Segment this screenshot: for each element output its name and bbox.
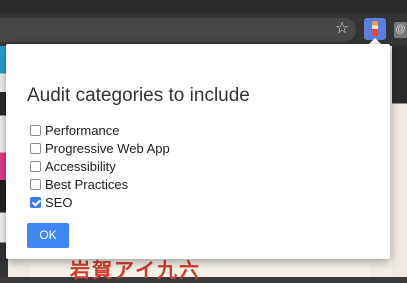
browser-titlebar [0,0,407,14]
lighthouse-extension-button[interactable] [364,18,386,40]
best-practices-checkbox[interactable] [30,178,41,190]
option-progressive-web-app[interactable]: Progressive Web App [30,140,170,156]
option-label: Accessibility [45,158,116,174]
option-label: Progressive Web App [45,140,170,156]
lighthouse-icon [372,21,378,36]
address-bar[interactable] [0,18,356,42]
accessibility-checkbox[interactable] [30,160,41,172]
popup-title: Audit categories to include [27,85,250,106]
page-right-edge [392,46,407,277]
option-label: Best Practices [45,176,129,192]
extension-icon[interactable]: @ [394,22,407,38]
option-label: SEO [45,194,73,210]
performance-checkbox[interactable] [30,124,41,136]
option-performance[interactable]: Performance [30,122,119,138]
pwa-checkbox[interactable] [30,142,41,154]
option-accessibility[interactable]: Accessibility [30,158,116,174]
ok-button[interactable]: OK [27,223,69,248]
option-label: Performance [45,122,120,138]
lighthouse-popup: Audit categories to include Performance … [6,44,390,259]
option-best-practices[interactable]: Best Practices [30,176,128,192]
bookmark-star-icon[interactable]: ☆ [332,18,352,40]
option-seo[interactable]: SEO [30,194,72,210]
seo-checkbox[interactable] [30,196,41,208]
